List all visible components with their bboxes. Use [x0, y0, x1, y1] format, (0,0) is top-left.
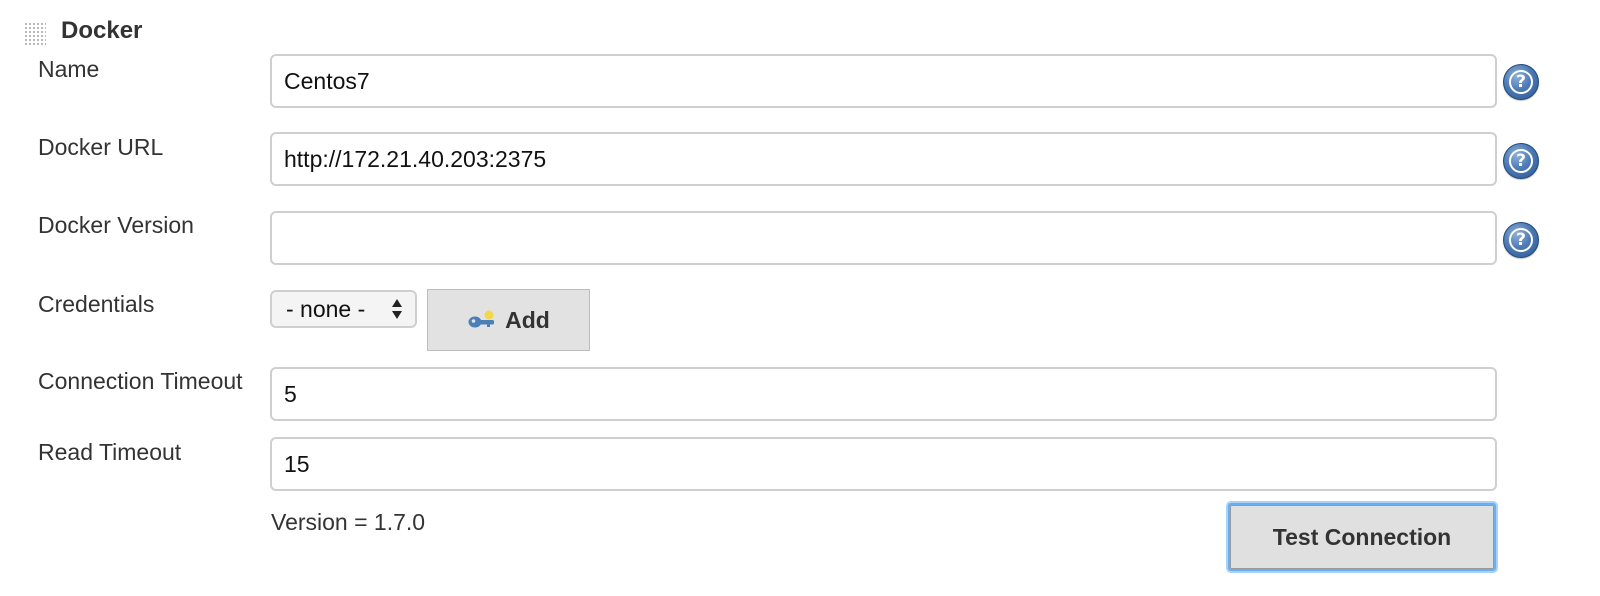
drag-handle-icon[interactable] [24, 22, 46, 46]
credentials-select[interactable]: - none - [270, 290, 417, 328]
docker-version-label: Docker Version [38, 212, 194, 238]
key-icon [468, 310, 495, 328]
read-timeout-label: Read Timeout [38, 439, 182, 465]
help-icon[interactable]: ? [1503, 222, 1539, 258]
connection-timeout-input[interactable] [270, 367, 1497, 421]
name-label: Name [38, 56, 100, 82]
help-icon[interactable]: ? [1503, 64, 1539, 100]
add-button-label: Add [505, 306, 550, 333]
add-credentials-button[interactable]: Add [427, 289, 590, 351]
docker-url-input[interactable] [270, 132, 1497, 186]
select-arrows-icon [392, 299, 402, 319]
docker-url-label: Docker URL [38, 134, 164, 160]
section-title: Docker [61, 17, 143, 44]
credentials-label: Credentials [38, 291, 155, 317]
connection-timeout-label: Connection Timeout [38, 368, 243, 394]
help-icon[interactable]: ? [1503, 143, 1539, 179]
read-timeout-input[interactable] [270, 437, 1497, 491]
test-connection-button[interactable]: Test Connection [1228, 503, 1496, 571]
credentials-selected-value: - none - [286, 295, 366, 322]
name-input[interactable] [270, 54, 1497, 108]
docker-version-input[interactable] [270, 211, 1497, 265]
version-status-text: Version = 1.7.0 [271, 509, 426, 535]
